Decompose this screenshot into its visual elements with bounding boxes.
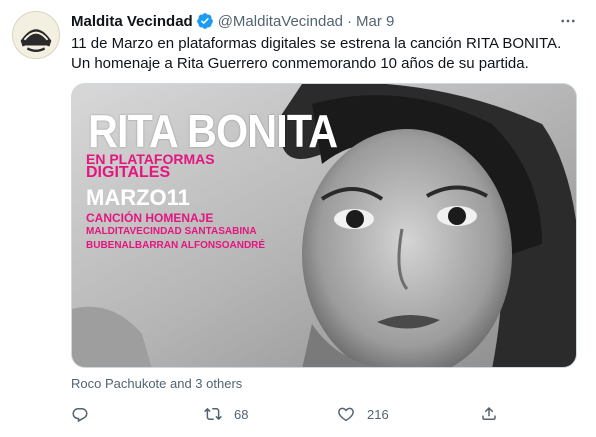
tweet-text-line: 11 de Marzo en plataformas digitales se … xyxy=(71,35,562,52)
poster-title: RITA BONITA xyxy=(88,105,338,157)
more-icon[interactable] xyxy=(556,9,580,33)
tweet-media-image[interactable]: RITA BONITA EN PLATAFORMAS DIGITALES MAR… xyxy=(71,83,577,368)
share-button[interactable] xyxy=(480,402,498,426)
tweet-text: 11 de Marzo en plataformas digitales se … xyxy=(71,34,576,74)
verified-badge-icon xyxy=(196,12,214,30)
like-icon xyxy=(338,407,354,422)
poster-artists-line: MALDITAVECINDAD SANTASABINA xyxy=(86,226,257,237)
poster-tribute-line: CANCIÓN HOMENAJE xyxy=(86,211,214,225)
handle[interactable]: @MalditaVecindad xyxy=(218,13,343,30)
poster-artists-line: BUBENALBARRAN ALFONSOANDRÉ xyxy=(86,240,266,251)
retweet-icon xyxy=(204,407,222,421)
display-name[interactable]: Maldita Vecindad xyxy=(71,13,193,30)
reply-icon xyxy=(72,408,88,423)
reply-button[interactable] xyxy=(71,402,101,426)
poster-digital-line: DIGITALES xyxy=(86,164,171,181)
avatar[interactable] xyxy=(12,11,60,59)
separator-dot: · xyxy=(347,12,353,30)
share-icon xyxy=(482,406,496,420)
poster-date: MARZO11 xyxy=(86,185,190,210)
tweet-text-line: Un homenaje a Rita Guerrero conmemorando… xyxy=(71,55,529,72)
retweet-count: 68 xyxy=(234,406,249,422)
like-button[interactable]: 216 xyxy=(337,402,389,426)
liked-by-text[interactable]: Roco Pachukote and 3 others xyxy=(71,376,242,391)
maldita-vecindad-logo xyxy=(13,12,59,58)
tweet-actions: 68 216 xyxy=(71,402,511,426)
like-count: 216 xyxy=(367,406,389,422)
timestamp[interactable]: Mar 9 xyxy=(356,13,394,30)
tweet[interactable]: Maldita Vecindad @MalditaVecindad · Mar … xyxy=(0,0,596,437)
tweet-header: Maldita Vecindad @MalditaVecindad · Mar … xyxy=(71,11,394,31)
retweet-button[interactable]: 68 xyxy=(204,402,248,426)
